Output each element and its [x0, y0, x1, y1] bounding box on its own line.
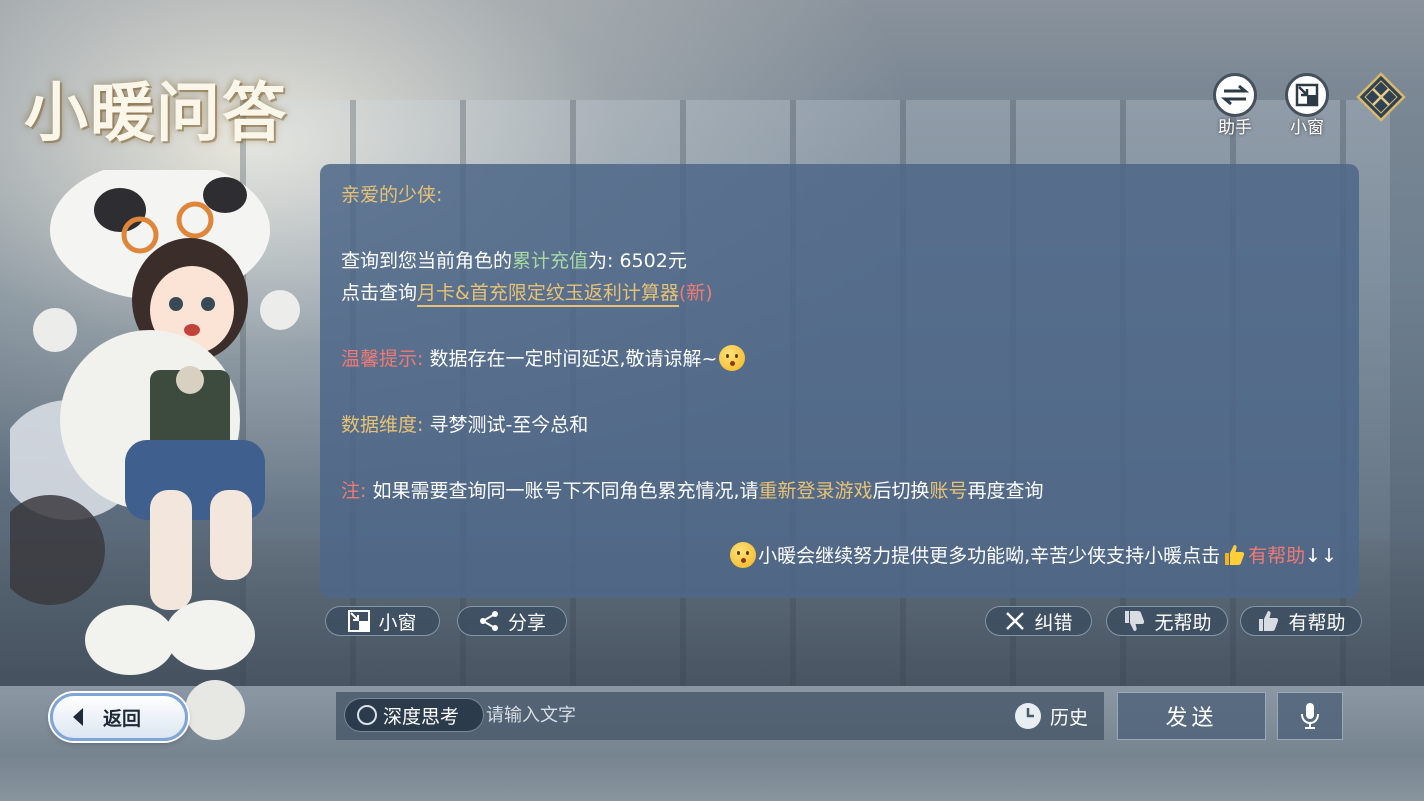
back-label: 返回: [103, 707, 142, 730]
dimension-line: 数据维度: 寻梦测试-至今总和: [341, 410, 588, 437]
mini-window-label: 小窗: [1290, 118, 1324, 138]
tip-label: 温馨提示:: [341, 348, 424, 370]
thumbs-down-icon: [1125, 611, 1145, 631]
calculator-link[interactable]: 月卡&首充限定纹玉返利计算器: [417, 282, 679, 307]
report-error-label: 纠错: [1034, 611, 1073, 634]
mini-window-icon: [348, 610, 371, 632]
recharge-prefix: 查询到您当前角色的: [341, 250, 513, 272]
send-label: 发送: [1165, 706, 1218, 731]
close-x-icon: [1006, 612, 1025, 630]
back-arrow-icon: [73, 708, 83, 726]
share-icon: [479, 611, 498, 631]
report-error-button[interactable]: 纠错: [985, 606, 1092, 636]
note-highlight-account: 账号: [929, 480, 968, 502]
close-icon[interactable]: [1356, 72, 1406, 122]
swap-icon: [1213, 73, 1257, 117]
kiss-emoji-icon: [730, 542, 757, 568]
back-button[interactable]: 返回: [50, 693, 188, 741]
share-label: 分享: [507, 611, 546, 634]
kiss-emoji-icon: [719, 345, 746, 371]
recharge-line: 查询到您当前角色的累计充值为: 6502元: [341, 246, 687, 273]
calculator-line: 点击查询月卡&首充限定纹玉返利计算器(新): [341, 278, 713, 307]
new-badge: (新): [678, 282, 713, 304]
note-text-1: 如果需要查询同一账号下不同角色累充情况,请: [366, 480, 759, 502]
footer-helpful: 有帮助: [1248, 545, 1306, 567]
calculator-prefix: 点击查询: [341, 282, 418, 304]
answer-dialog: 亲爱的少侠: 查询到您当前角色的累计充值为: 6502元 点击查询月卡&首充限定…: [320, 164, 1359, 598]
mini-window-icon: [1285, 73, 1329, 117]
footer-text: 小暖会继续努力提供更多功能呦,辛苦少侠支持小暖点击: [758, 545, 1221, 567]
microphone-icon: [1301, 703, 1319, 729]
deep-think-toggle[interactable]: 深度思考: [344, 698, 484, 732]
thumbs-up-icon: [1259, 611, 1279, 631]
clock-icon: [1015, 703, 1041, 729]
recharge-highlight: 累计充值: [512, 250, 589, 272]
note-highlight-relogin: 重新登录游戏: [758, 480, 873, 502]
share-button[interactable]: 分享: [457, 606, 567, 636]
tip-line: 温馨提示: 数据存在一定时间延迟,敬请谅解~: [341, 344, 747, 371]
dimension-text: 寻梦测试-至今总和: [423, 414, 589, 436]
send-button[interactable]: 发送: [1117, 692, 1266, 740]
thumbs-up-emoji-icon: [1225, 545, 1245, 565]
footer-arrows: ↓↓: [1305, 545, 1337, 567]
microphone-button[interactable]: [1277, 692, 1343, 740]
note-text-2: 后切换: [872, 480, 930, 502]
helpful-label: 有帮助: [1288, 611, 1346, 634]
radio-circle-icon: [357, 705, 377, 725]
helpful-button[interactable]: 有帮助: [1240, 606, 1362, 636]
mini-window-pill-label: 小窗: [378, 611, 417, 634]
character-illustration: [10, 170, 300, 740]
dimension-label: 数据维度:: [341, 414, 424, 436]
note-line: 注: 如果需要查询同一账号下不同角色累充情况,请重新登录游戏后切换账号再度查询: [341, 476, 1044, 503]
history-button[interactable]: 历史: [1014, 700, 1088, 732]
question-input[interactable]: [486, 698, 1006, 732]
note-text-3: 再度查询: [967, 480, 1044, 502]
not-helpful-button[interactable]: 无帮助: [1106, 606, 1228, 636]
assistant-label: 助手: [1218, 118, 1252, 138]
deep-think-label: 深度思考: [383, 705, 460, 728]
recharge-value: 为: 6502元: [588, 250, 687, 272]
note-label: 注:: [341, 480, 367, 502]
mini-window-button[interactable]: 小窗: [1282, 73, 1332, 138]
footer-line: 小暖会继续努力提供更多功能呦,辛苦少侠支持小暖点击 有帮助↓↓: [728, 541, 1337, 568]
page-title: 小暖问答: [24, 76, 288, 151]
history-label: 历史: [1050, 706, 1089, 729]
chat-input-bar: 深度思考 历史: [336, 692, 1104, 740]
not-helpful-label: 无帮助: [1154, 611, 1212, 634]
mini-window-pill-button[interactable]: 小窗: [325, 606, 440, 636]
tip-text: 数据存在一定时间延迟,敬请谅解~: [423, 348, 718, 370]
assistant-button[interactable]: 助手: [1210, 73, 1260, 138]
greeting: 亲爱的少侠:: [341, 184, 443, 206]
